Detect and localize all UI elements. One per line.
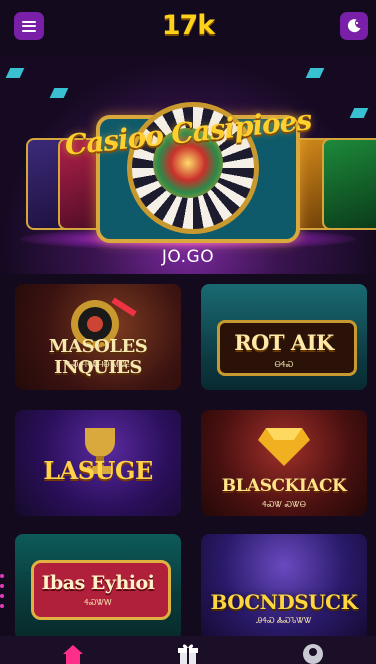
game-title: BLASCKIACK (221, 476, 347, 496)
game-tile-6[interactable]: BOCNDSUCK ᎯᏎᏍ ᏜᏍᏖᏔᏔ (201, 534, 367, 640)
slot-card-right-far (322, 138, 376, 230)
theme-toggle-button[interactable] (340, 12, 368, 40)
game-title: Ibas Eyhioi (41, 572, 155, 594)
home-icon (63, 645, 83, 664)
game-subtitle: ᏎᏍᏔᎳ (84, 598, 112, 607)
game-tile-3[interactable]: LASUGE (15, 410, 181, 516)
game-tile-2[interactable]: ROT AIK ᎾᏎᏍ (201, 284, 367, 390)
decor-shard (305, 68, 325, 78)
game-title: ROT AIK (234, 330, 334, 355)
decor-shard (5, 68, 25, 78)
brand-label: JO.GO (161, 247, 215, 267)
moon-icon (347, 19, 361, 33)
gift-icon (178, 644, 198, 664)
game-tile-4[interactable]: BLASCKIACK ᏎᏍᏔ ᏍᏔᎾ (201, 410, 367, 516)
decor-shard (49, 88, 69, 98)
game-title: BOCNDSUCK (210, 590, 358, 614)
hero-banner[interactable]: Casioo Casipioes (0, 56, 376, 274)
gem-icon (258, 428, 310, 466)
game-tile-5[interactable]: Ibas Eyhioi ᏎᏍᏔᎳ (15, 534, 181, 640)
bottom-nav (0, 636, 376, 664)
game-tile-1[interactable]: MASOLES INQUIES ᏎᏍ ᎰᏒᏔᎻᎾ ᎷᎧᎬ (15, 284, 181, 390)
game-subtitle: ᎾᏎᏍ (274, 360, 294, 369)
nav-home[interactable] (60, 640, 86, 664)
app-logo: 17k (161, 10, 216, 41)
game-subtitle: ᏎᏍ ᎰᏒᏔᎻᎾ ᎷᎧᎬ (65, 360, 131, 369)
game-title: MASOLES INQUIES (48, 336, 148, 378)
profile-icon (303, 644, 323, 664)
game-subtitle: ᏎᏍᏔ ᏍᏔᎾ (262, 500, 306, 509)
game-subtitle: ᎯᏎᏍ ᏜᏍᏖᏔᏔ (256, 616, 312, 625)
edge-decoration (0, 568, 6, 628)
nav-profile[interactable] (300, 640, 326, 664)
game-title: LASUGE (43, 456, 153, 485)
nav-gift[interactable] (175, 640, 201, 664)
top-bar: 17k (0, 0, 376, 56)
